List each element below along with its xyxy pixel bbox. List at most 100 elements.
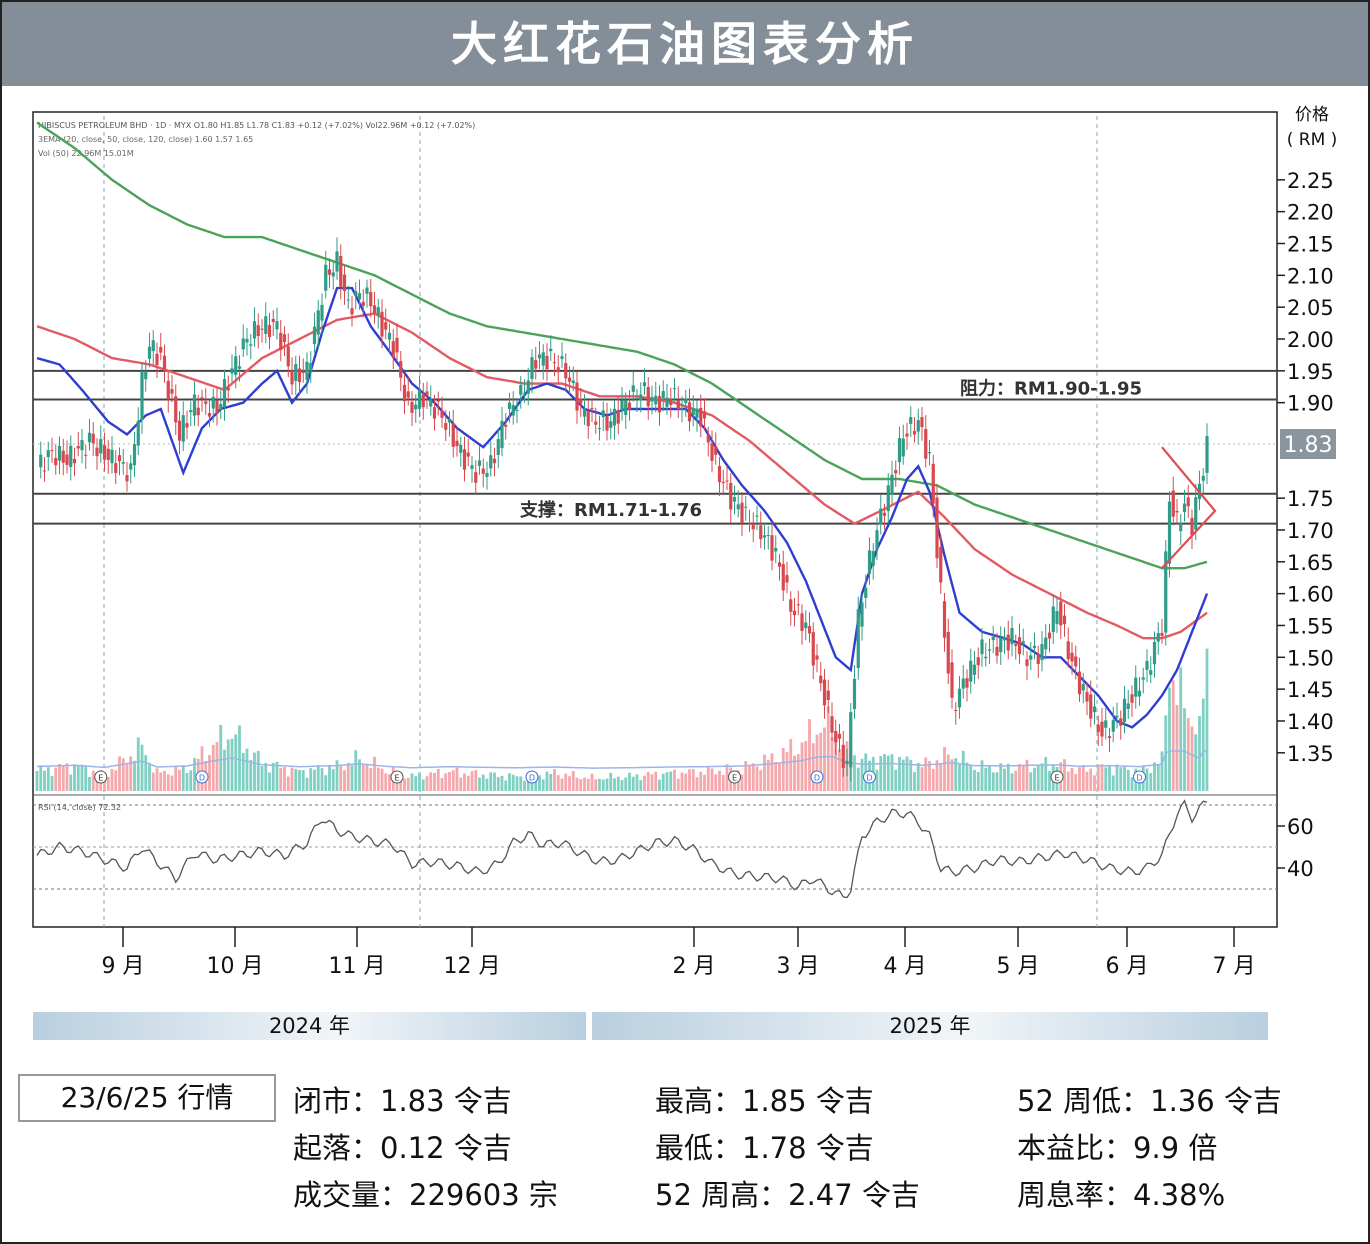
volume-bar [1066, 771, 1070, 791]
volume-bar [384, 773, 388, 791]
volume-bar [699, 771, 703, 791]
candle-body [916, 420, 920, 432]
candle-body [271, 318, 275, 322]
candle-body [684, 398, 688, 404]
volume-bar [1036, 764, 1040, 791]
x-tick-label: 10 月 [207, 954, 264, 979]
volume-bar [1201, 698, 1205, 791]
candle-body [942, 601, 947, 638]
candle-body [901, 438, 905, 457]
last-price-badge: 1.83 [1280, 429, 1336, 460]
volume-bar [706, 766, 710, 791]
candle-body [991, 636, 995, 641]
volume-bar [170, 775, 174, 791]
volume-bar [549, 773, 553, 791]
close-price: 闭市：1.83 令吉 [293, 1084, 512, 1118]
candle-body [620, 400, 624, 411]
y-tick-label: 1.35 [1287, 742, 1334, 766]
candle-body [69, 445, 73, 467]
candle-body [669, 399, 673, 405]
volume-bar [234, 734, 238, 791]
volume-bar [320, 768, 324, 791]
candle-body [1104, 720, 1108, 728]
candle-body [1025, 659, 1029, 667]
volume-bar [763, 754, 766, 791]
candle-body [166, 380, 170, 400]
volume-bar [755, 766, 759, 791]
candle-body [860, 602, 864, 627]
event-marker-label: D [199, 774, 205, 783]
candle-body [564, 363, 568, 379]
volume-bar [688, 769, 691, 791]
quote-date: 23/6/25 行情 [18, 1074, 276, 1122]
candle-body [766, 534, 770, 536]
candle-body [301, 372, 305, 374]
x-tick-label: 5 月 [997, 954, 1040, 979]
candle-body [1074, 656, 1078, 667]
candle-body [725, 480, 729, 482]
volume-bar [238, 725, 241, 791]
candle-body [42, 470, 47, 472]
volume-bar [114, 770, 118, 791]
volume-bar [939, 763, 943, 791]
y-tick-label: 1.40 [1287, 710, 1334, 734]
volume-bar [88, 776, 91, 791]
candle-body [316, 310, 320, 335]
volume-bar [1194, 734, 1198, 791]
candle-body [987, 649, 992, 651]
last-price-label: 1.83 [1284, 433, 1333, 458]
volume-bar [1190, 726, 1194, 791]
candle-body [579, 398, 583, 404]
volume-bar [50, 775, 54, 791]
candle-body [804, 622, 808, 629]
candle-body [609, 421, 613, 428]
candle-body [1021, 641, 1025, 644]
volume-bar [84, 765, 88, 791]
candle-body [489, 455, 493, 469]
volume-bar [950, 759, 954, 791]
x-tick-label: 12 月 [444, 954, 501, 979]
chart-header-line: 3EMA (20, close, 50, close, 120, close) … [38, 135, 253, 144]
volume-bar [905, 756, 909, 791]
y-tick-label: 2.00 [1287, 328, 1334, 352]
volume-bar [991, 772, 995, 791]
volume-bar [1006, 763, 1010, 791]
candle-body [245, 338, 249, 343]
rsi-tick-label: 60 [1287, 815, 1314, 839]
candle-body [980, 639, 984, 655]
volume-bar [455, 767, 459, 791]
candle-body [819, 675, 823, 684]
candle-body [485, 472, 489, 477]
candle-body [402, 384, 407, 402]
event-marker: E [390, 770, 404, 784]
candle-body [1119, 718, 1123, 726]
candle-body [91, 433, 95, 444]
candle-body [867, 550, 872, 574]
volume-bar [1081, 765, 1085, 791]
candle-body [279, 332, 283, 351]
candle-body [807, 626, 812, 634]
volume-bar [1029, 772, 1033, 791]
volume-bar [298, 770, 301, 791]
candle-body [1096, 724, 1100, 733]
candle-body [252, 321, 257, 339]
event-marker: D [810, 770, 824, 784]
candle-body [1077, 671, 1082, 695]
candle-body [129, 463, 133, 470]
volume-bar [1070, 768, 1074, 791]
candle-body [354, 291, 358, 296]
candle-body [54, 458, 58, 466]
volume-bar [976, 771, 980, 791]
volume-bar [1025, 759, 1029, 791]
candle-body [706, 435, 710, 443]
volume-bar [1205, 648, 1209, 791]
candle-body [215, 400, 219, 414]
candle-body [159, 346, 163, 353]
candle-body [515, 410, 519, 412]
x-tick-label: 7 月 [1213, 954, 1256, 979]
volume-bar [568, 776, 571, 791]
volume-bar [354, 750, 358, 791]
y-axis-title: 价格 [1295, 105, 1329, 125]
volume-bar [703, 774, 706, 791]
candle-body [132, 444, 137, 466]
